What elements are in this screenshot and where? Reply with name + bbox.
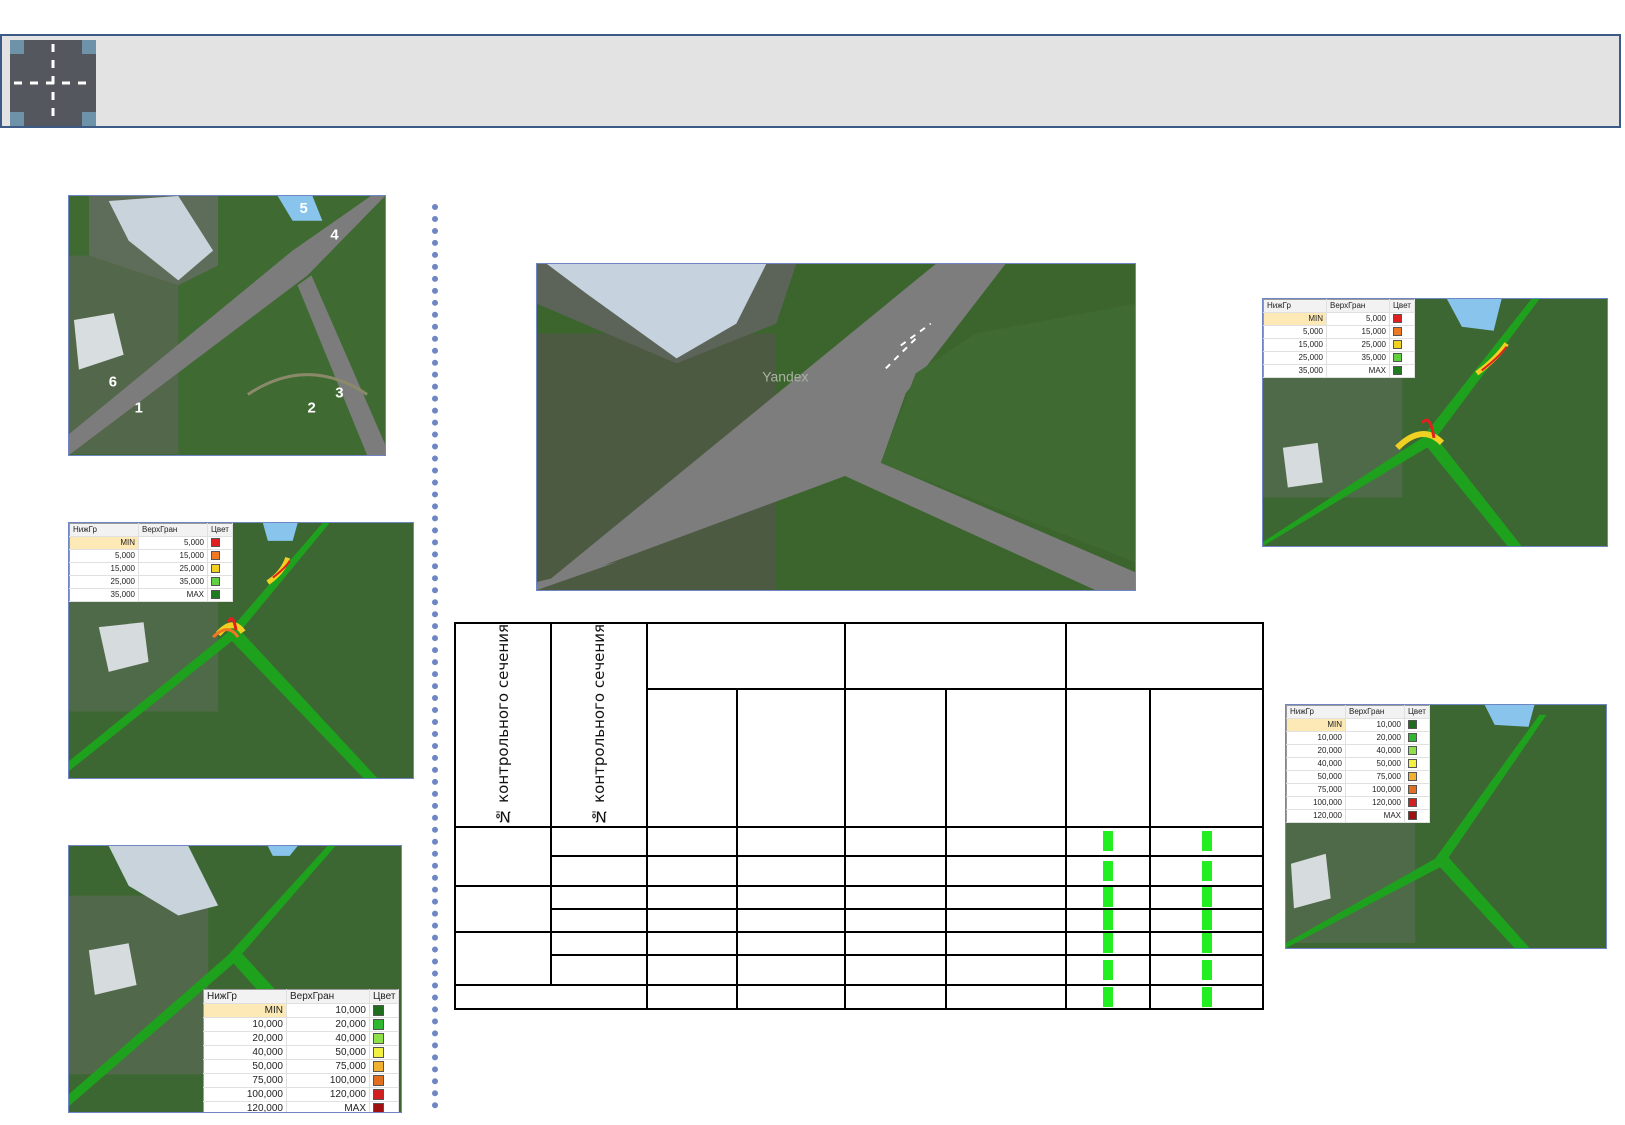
status-marker: [1201, 910, 1212, 931]
legend-row: 50,000 75,000: [1286, 770, 1430, 784]
legend-swatch: [373, 1060, 384, 1072]
legend-row: 25,000 35,000: [1263, 351, 1415, 365]
intersection-photo-numbered: 1 2 3 4 5 6: [68, 195, 386, 456]
legend-swatch: [373, 1046, 384, 1058]
status-marker: [1201, 986, 1212, 1007]
legend-row: 50,000 75,000: [203, 1059, 400, 1074]
group-header-1: [646, 622, 846, 690]
status-marker: [1103, 831, 1113, 852]
legend-swatch: [373, 1088, 384, 1100]
table-total-row: [454, 983, 1264, 1010]
legend-swatch: [211, 564, 220, 574]
legend-8-class-right: НижГр ВерхГран Цвет MIN 10,000 10,000 20,0…: [1286, 705, 1430, 823]
legend-col-low: НижГр: [69, 523, 139, 537]
legend-row: 25,000 35,000: [69, 575, 233, 589]
legend-row: 35,000 MAX: [1263, 364, 1415, 378]
legend-swatch: [373, 1018, 384, 1030]
legend-col-color: Цвет: [369, 989, 400, 1004]
legend-swatch: [373, 1074, 384, 1086]
legend-8-class: НижГр ВерхГран Цвет MIN 10,000 10,000 20,0…: [203, 989, 400, 1112]
table-row: [455, 953, 1264, 986]
table-row: [454, 884, 1264, 933]
legend-header-row: НижГр ВерхГран Цвет: [1263, 299, 1415, 313]
legend-5-class-right: НижГр ВерхГран Цвет MIN 5,000 5,000 15,000…: [1263, 299, 1415, 378]
legend-col-high: ВерхГран: [138, 523, 208, 537]
group-header-3: [1065, 622, 1264, 690]
map-watermark: Yandex: [762, 368, 808, 384]
legend-swatch: [373, 1004, 384, 1016]
section-label-4: 4: [330, 228, 339, 244]
legend-row: 5,000 15,000: [69, 549, 233, 563]
status-marker: [1201, 887, 1212, 908]
status-marker: [1201, 831, 1212, 852]
col1-header: № контрольного сечения: [454, 622, 552, 828]
group-header-2: [844, 622, 1067, 690]
control-sections-table: № контрольного сечения № контрольного се…: [454, 622, 1264, 1010]
legend-row: 120,000 MAX: [203, 1101, 400, 1112]
table-row: [454, 825, 1264, 887]
table-row: [454, 930, 1264, 986]
section-label-5: 5: [300, 201, 308, 217]
table-header-row: № контрольного сечения № контрольного се…: [454, 622, 1264, 828]
traffic-map-right-bottom: НижГр ВерхГран Цвет MIN 10,000 10,000 20,0…: [1285, 704, 1607, 949]
legend-row: 75,000 100,000: [1286, 783, 1430, 797]
legend-swatch: [211, 590, 220, 600]
traffic-map-evening: НижГр ВерхГран Цвет MIN 10,000 10,000 20,0…: [68, 845, 402, 1113]
section-label-6: 6: [109, 375, 117, 391]
status-marker: [1103, 986, 1113, 1007]
status-marker: [1103, 910, 1113, 931]
legend-row: 100,000 120,000: [1286, 796, 1430, 810]
legend-5-class: НижГр ВерхГран Цвет MIN 5,000 5,000 15,000…: [69, 523, 233, 602]
header-bar: [0, 34, 1621, 128]
status-marker: [1103, 933, 1113, 954]
status-marker: [1201, 860, 1212, 881]
legend-row: 10,000 20,000: [203, 1017, 400, 1032]
road-intersection-icon: [10, 40, 96, 126]
legend-row: 5,000 15,000: [1263, 325, 1415, 339]
legend-row: 20,000 40,000: [1286, 744, 1430, 758]
status-marker: [1201, 959, 1212, 980]
table-row: [455, 907, 1264, 933]
legend-row: MIN 5,000: [69, 536, 233, 550]
legend-header-row: НижГр ВерхГран Цвет: [69, 523, 233, 537]
legend-col-color: Цвет: [207, 523, 233, 537]
traffic-map-right-top: НижГр ВерхГран Цвет MIN 5,000 5,000 15,000…: [1262, 298, 1608, 547]
legend-swatch: [211, 538, 220, 548]
status-marker: [1103, 959, 1113, 980]
legend-swatch: [211, 577, 220, 587]
legend-row: MIN 10,000: [203, 1003, 400, 1018]
legend-row: 40,000 50,000: [1286, 757, 1430, 771]
legend-row: 100,000 120,000: [203, 1087, 400, 1102]
legend-swatch: [373, 1032, 384, 1044]
legend-row: 15,000 25,000: [1263, 338, 1415, 352]
legend-row: 10,000 20,000: [1286, 731, 1430, 745]
legend-row: MIN 5,000: [1263, 312, 1415, 326]
col2-header: № контрольного сечения: [550, 622, 648, 828]
legend-header-row: НижГр ВерхГран Цвет: [1286, 705, 1430, 719]
status-marker: [1201, 933, 1212, 954]
legend-row: MIN 10,000: [1286, 718, 1430, 732]
legend-col-high: ВерхГран: [286, 989, 370, 1004]
intersection-photo-closeup: Yandex: [536, 263, 1136, 591]
legend-swatch: [211, 551, 220, 561]
section-label-2: 2: [307, 400, 315, 416]
table-row: [455, 854, 1264, 887]
legend-swatch: [373, 1102, 384, 1112]
status-marker: [1103, 887, 1113, 908]
legend-row: 40,000 50,000: [203, 1045, 400, 1060]
section-label-1: 1: [135, 400, 143, 416]
legend-col-low: НижГр: [203, 989, 287, 1004]
section-label-3: 3: [335, 385, 343, 401]
status-marker: [1103, 860, 1113, 881]
section-divider: [432, 204, 438, 1109]
legend-row: 20,000 40,000: [203, 1031, 400, 1046]
legend-row: 15,000 25,000: [69, 562, 233, 576]
legend-row: 120,000 MAX: [1286, 809, 1430, 823]
legend-row: 35,000 MAX: [69, 588, 233, 602]
traffic-map-morning: НижГр ВерхГран Цвет MIN 5,000 5,000 15,000…: [68, 522, 414, 779]
legend-row: 75,000 100,000: [203, 1073, 400, 1088]
legend-header-row: НижГр ВерхГран Цвет: [203, 989, 400, 1004]
